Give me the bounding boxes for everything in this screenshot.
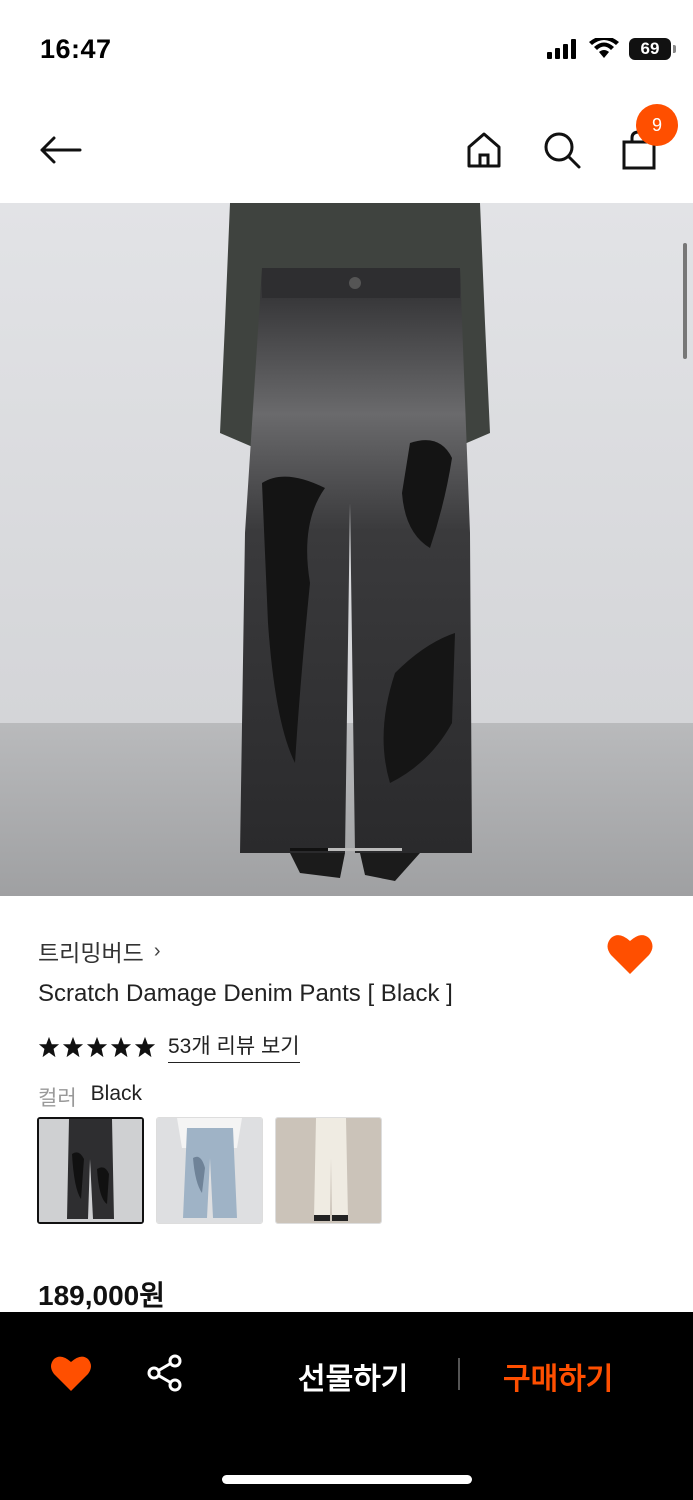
wifi-icon — [589, 38, 619, 58]
gift-button[interactable]: 선물하기 — [298, 1354, 408, 1398]
rating-row: 53개 리뷰 보기 — [38, 1030, 300, 1063]
color-label: 컬러 — [38, 1087, 77, 1110]
home-icon — [467, 132, 501, 168]
star-icon — [38, 1036, 60, 1057]
app-header: 9 — [0, 100, 693, 203]
product-price: 189,000원 — [38, 1280, 165, 1311]
review-link[interactable]: 53개 리뷰 보기 — [168, 1030, 300, 1063]
share-icon[interactable] — [146, 1354, 184, 1392]
bottom-action-bar: 선물하기 구매하기 — [0, 1312, 693, 1500]
scroll-indicator — [683, 243, 687, 359]
swatch-image — [276, 1118, 381, 1223]
signal-icon — [547, 39, 576, 59]
carousel-indicator — [290, 848, 402, 851]
battery-icon: 69 — [629, 38, 676, 60]
star-icon — [62, 1036, 84, 1057]
brand-name: 트리밍버드 — [38, 940, 144, 966]
wishlist-heart-icon[interactable] — [50, 1354, 92, 1392]
color-row: 컬러 Black — [38, 1082, 142, 1112]
back-button[interactable] — [34, 124, 86, 176]
divider — [458, 1358, 460, 1390]
product-image[interactable] — [0, 203, 693, 896]
wishlist-heart-icon[interactable] — [606, 932, 654, 976]
brand-link[interactable]: 트리밍버드 › — [38, 934, 160, 968]
home-button[interactable] — [458, 124, 510, 176]
rating-stars — [38, 1036, 156, 1058]
star-icon — [110, 1036, 132, 1057]
buy-button[interactable]: 구매하기 — [503, 1354, 613, 1398]
chevron-right-icon: › — [153, 939, 161, 962]
product-title: Scratch Damage Denim Pants [ Black ] — [38, 980, 453, 1007]
star-icon — [134, 1036, 156, 1057]
product-photo — [0, 203, 693, 896]
search-icon — [544, 132, 581, 169]
color-value: Black — [90, 1082, 142, 1105]
back-arrow-icon — [40, 136, 82, 164]
search-button[interactable] — [536, 124, 588, 176]
swatch-ivory[interactable] — [275, 1117, 382, 1224]
swatch-image — [157, 1118, 262, 1223]
swatch-black[interactable] — [37, 1117, 144, 1224]
star-icon — [86, 1036, 108, 1057]
swatch-image — [39, 1119, 142, 1222]
home-indicator — [222, 1475, 472, 1484]
cart-count-badge: 9 — [636, 104, 678, 146]
status-icons: 69 — [547, 38, 676, 60]
swatch-light-blue[interactable] — [156, 1117, 263, 1224]
color-swatches — [37, 1117, 382, 1224]
status-time: 16:47 — [40, 34, 112, 64]
status-bar: 16:47 69 — [0, 0, 693, 100]
